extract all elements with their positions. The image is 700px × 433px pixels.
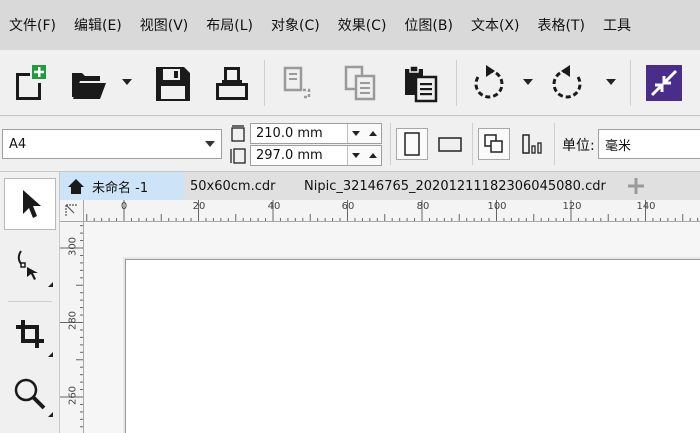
add-tab-button[interactable]	[624, 174, 648, 198]
shape-edit-icon	[17, 250, 38, 280]
drawing-canvas[interactable]	[84, 222, 700, 433]
zoom-tool[interactable]	[4, 368, 56, 420]
spin-up-icon[interactable]	[368, 153, 377, 158]
unit-value: 毫米	[605, 138, 632, 154]
cut-icon[interactable]	[276, 61, 320, 105]
chevron-down-icon	[205, 141, 215, 147]
spin-down-icon[interactable]	[352, 153, 361, 158]
shape-tool[interactable]	[4, 238, 56, 290]
toolbar-separator	[630, 60, 631, 106]
ruler-label: 140	[636, 201, 656, 212]
tab-untitled[interactable]: 未命名 -1	[60, 172, 184, 200]
height-spinner[interactable]	[347, 146, 381, 165]
menu-layout[interactable]: 布局(L)	[197, 15, 262, 35]
magnifier-icon	[14, 378, 46, 410]
toolbar-separator	[472, 123, 473, 165]
page-width-icon	[230, 125, 246, 143]
page-height-icon	[230, 147, 246, 165]
document-page[interactable]	[125, 259, 700, 433]
spin-up-icon[interactable]	[368, 131, 377, 136]
paste-icon[interactable]	[398, 61, 442, 105]
undo-icon[interactable]	[466, 61, 510, 105]
flyout-corner-icon	[48, 282, 53, 287]
toolbar-separator	[390, 123, 391, 165]
page-width-value: 210.0 mm	[256, 126, 323, 141]
standard-toolbar	[0, 50, 700, 116]
menu-edit[interactable]: 编辑(E)	[65, 15, 131, 35]
save-icon[interactable]	[150, 61, 194, 105]
width-spinner[interactable]	[347, 124, 381, 143]
ruler-label: 40	[267, 201, 281, 212]
menu-view[interactable]: 视图(V)	[131, 15, 198, 35]
landscape-orientation-button[interactable]	[434, 128, 466, 160]
page-height-value: 297.0 mm	[256, 148, 323, 163]
toolbox	[0, 172, 60, 433]
property-bar: A4 210.0 mm 297.0 mm 单位: 毫米	[0, 117, 700, 172]
unit-label: 单位:	[562, 138, 595, 154]
home-icon	[68, 179, 84, 194]
horizontal-ruler-ticks	[86, 200, 699, 221]
current-page-button[interactable]	[516, 128, 548, 160]
page-size-value: A4	[9, 136, 27, 152]
copy-icon[interactable]	[338, 61, 382, 105]
redo-icon[interactable]	[546, 61, 590, 105]
page-width-field[interactable]: 210.0 mm	[250, 123, 382, 144]
toolbar-separator	[554, 123, 555, 165]
ruler-label: 120	[562, 201, 582, 212]
flyout-corner-icon	[48, 412, 53, 417]
ruler-label: 300	[67, 236, 79, 257]
tab-label: 未命名 -1	[92, 180, 149, 196]
portrait-orientation-button[interactable]	[396, 128, 428, 160]
flyout-corner-icon	[48, 352, 53, 357]
tab-50x60cm[interactable]: 50x60cm.cdr	[184, 172, 298, 200]
toolbar-separator	[264, 60, 265, 106]
ruler-label: 20	[192, 201, 206, 212]
open-folder-icon[interactable]	[66, 61, 110, 105]
ruler-origin-button[interactable]	[60, 200, 84, 222]
tab-label: Nipic_32146765_20201211182306045080.cdr	[304, 178, 606, 194]
menu-bitmap[interactable]: 位图(B)	[395, 15, 462, 35]
ruler-label: 0	[120, 201, 128, 212]
ruler-label: 80	[416, 201, 430, 212]
unit-select[interactable]: 毫米	[598, 129, 700, 159]
crop-icon	[16, 320, 44, 348]
menu-tools[interactable]: 工具	[594, 15, 640, 35]
menu-table[interactable]: 表格(T)	[528, 15, 593, 35]
menu-object[interactable]: 对象(C)	[262, 15, 329, 35]
open-dropdown-icon[interactable]	[122, 79, 132, 85]
menu-bar: 文件(F) 编辑(E) 视图(V) 布局(L) 对象(C) 效果(C) 位图(B…	[0, 0, 700, 50]
toolbar-separator	[456, 60, 457, 106]
crop-tool[interactable]	[4, 308, 56, 360]
new-document-icon[interactable]	[6, 61, 50, 105]
tab-nipic[interactable]: Nipic_32146765_20201211182306045080.cdr	[298, 172, 618, 200]
undo-dropdown-icon[interactable]	[523, 79, 533, 85]
pick-tool[interactable]	[4, 178, 56, 230]
pointer-icon	[23, 190, 41, 218]
ruler-origin-icon	[64, 203, 78, 217]
all-pages-button[interactable]	[478, 128, 510, 160]
redo-dropdown-icon[interactable]	[606, 79, 616, 85]
spin-down-icon[interactable]	[352, 131, 361, 136]
vertical-ruler[interactable]: 300 280 260	[60, 222, 84, 433]
page-height-field[interactable]: 297.0 mm	[250, 145, 382, 166]
menu-file[interactable]: 文件(F)	[0, 15, 65, 35]
ruler-label: 280	[67, 310, 79, 331]
menu-text[interactable]: 文本(X)	[462, 15, 529, 35]
print-icon[interactable]	[210, 61, 254, 105]
ruler-label: 100	[487, 201, 507, 212]
plus-icon	[628, 178, 644, 194]
ruler-label: 260	[67, 385, 79, 406]
ruler-label: 60	[341, 201, 355, 212]
menu-effects[interactable]: 效果(C)	[329, 15, 396, 35]
document-tabs: 未命名 -1 50x60cm.cdr Nipic_32146765_202012…	[60, 172, 700, 200]
import-export-icon[interactable]	[642, 61, 686, 105]
page-size-select[interactable]: A4	[2, 129, 222, 159]
horizontal-ruler[interactable]: 0 20 40 60 80 100 120 140	[84, 200, 700, 222]
tab-label: 50x60cm.cdr	[190, 178, 276, 194]
toolbox-separator	[8, 301, 52, 302]
